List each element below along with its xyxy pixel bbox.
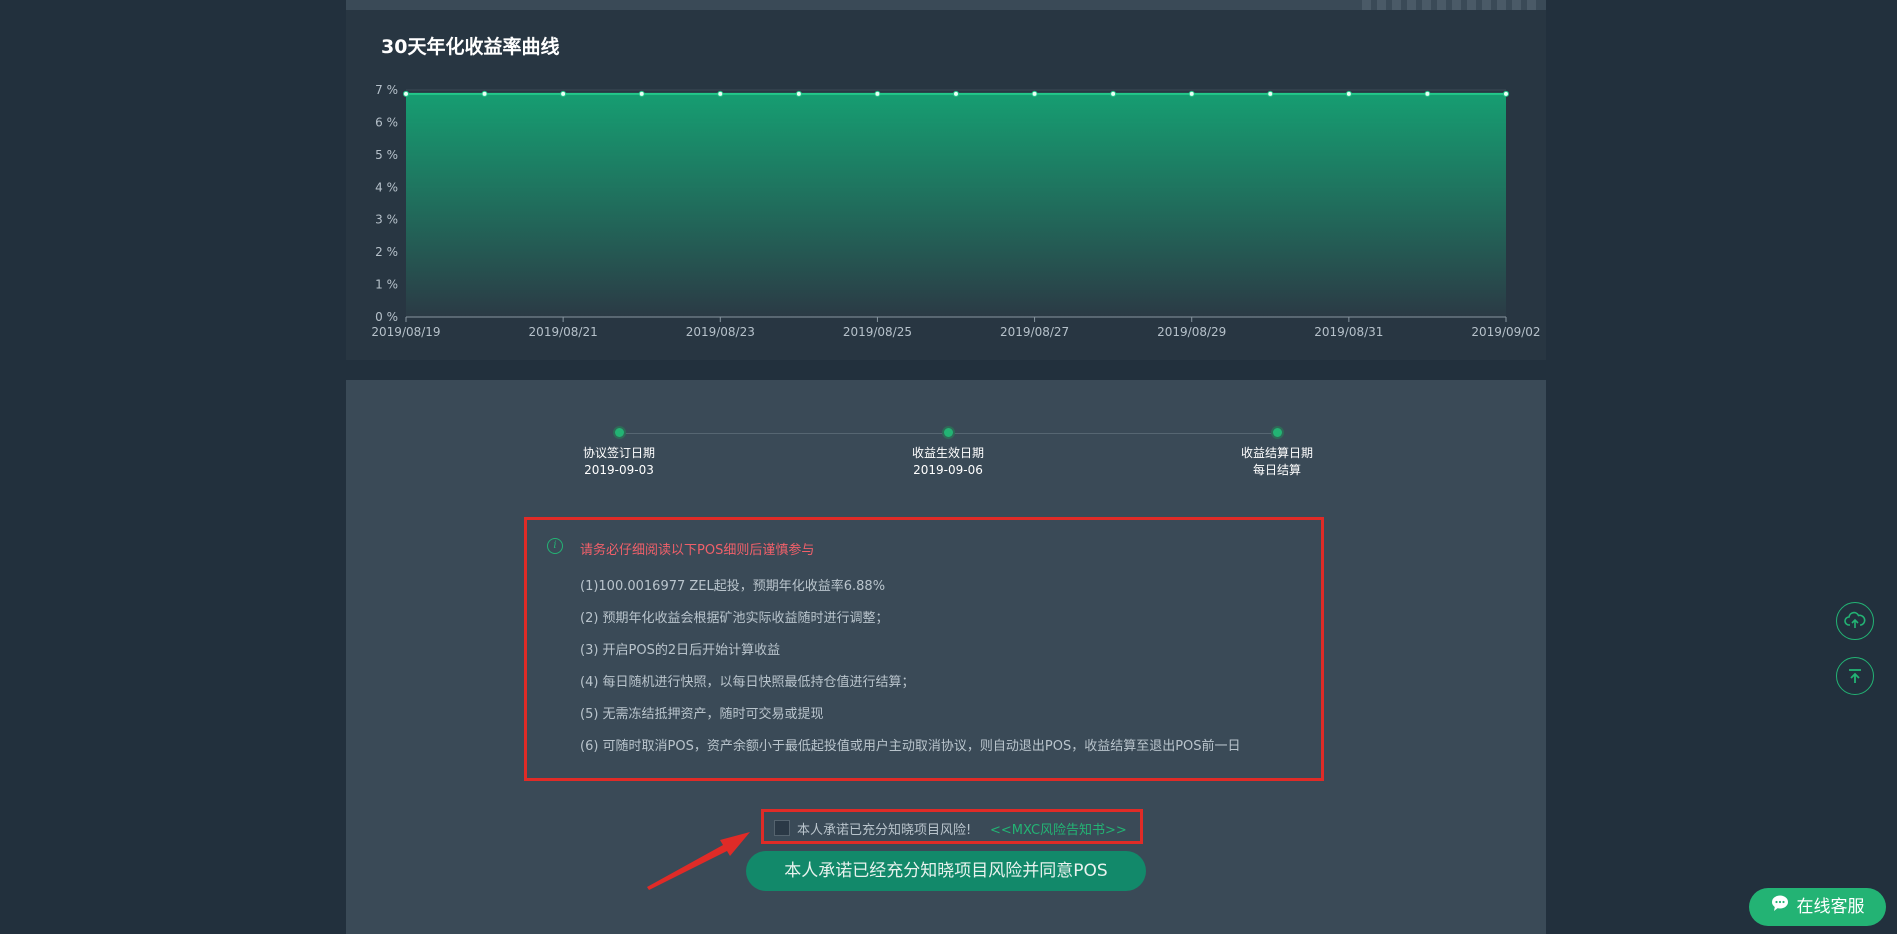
step-value: 2019-09-06 [913,463,983,477]
agree-pos-button[interactable]: 本人承诺已经充分知晓项目风险并同意POS [746,851,1146,891]
chart-title: 30天年化收益率曲线 [381,36,560,58]
risk-agreement-checkbox[interactable] [774,820,790,836]
data-point [1267,90,1274,97]
red-annotation-arrow [647,832,750,890]
rule-item: (4) 每日随机进行快照，以每日快照最低持仓值进行结算； [580,675,915,690]
rule-item: (2) 预期年化收益会根据矿池实际收益随时进行调整； [580,611,889,626]
data-point [638,90,645,97]
yield-area-chart: 0 % 1 % 2 % 3 % 4 % 5 % 6 % 7 % 2019/08/19 2019/… [371,83,1540,339]
data-point [1503,90,1509,97]
online-service-label: 在线客服 [1796,897,1865,917]
y-tick-label: 0 % [375,310,398,324]
y-tick-label: 7 % [375,83,398,97]
data-point [1188,90,1195,97]
step-label: 收益生效日期 [911,446,984,460]
chat-icon [1771,888,1791,926]
rule-item: (1)100.0016977 ZEL起投，预期年化收益率6.88% [580,579,886,594]
x-tick-label: 2019/08/31 [1314,325,1383,339]
data-point [1424,90,1431,97]
data-point [481,90,488,97]
data-point [1031,90,1038,97]
data-point [953,90,959,97]
x-tick-label: 2019/08/29 [1157,325,1226,339]
x-tick-label: 2019/08/27 [1000,325,1069,339]
top-strip [346,0,1546,10]
online-service-button[interactable]: 在线客服 [1749,888,1886,926]
data-point [795,90,802,97]
data-point [1110,90,1117,97]
data-point [1345,90,1352,97]
data-point [403,90,409,97]
y-tick-label: 4 % [375,180,398,194]
step-sign-date: 协议签订日期 2019-09-03 [539,428,699,479]
x-tick-label: 2019/08/21 [529,325,598,339]
info-icon: i [547,538,563,554]
cloud-upload-button[interactable] [1836,602,1874,640]
data-point [874,90,881,97]
back-to-top-icon [1849,669,1861,683]
y-tick-label: 5 % [375,148,398,162]
risk-agreement-label[interactable]: 本人承诺已充分知晓项目风险! [797,819,971,838]
cloud-upload-icon [1844,611,1866,628]
y-tick-label: 2 % [375,245,398,259]
rule-item: (5) 无需冻结抵押资产，随时可交易或提现 [580,707,824,722]
pos-info-card: 协议签订日期 2019-09-03 收益生效日期 2019-09-06 收益结算… [346,380,1546,934]
step-effective-date: 收益生效日期 2019-09-06 [868,428,1028,479]
back-to-top-button[interactable] [1836,657,1874,695]
step-dot [943,428,953,437]
step-value: 2019-09-03 [584,463,654,477]
risk-agreement-row: 本人承诺已充分知晓项目风险! <<MXC风险告知书>> [761,809,1143,844]
y-tick-label: 1 % [375,278,398,292]
decorative-dots [1362,0,1536,10]
x-tick-label: 2019/08/23 [686,325,755,339]
step-dot [614,428,624,437]
y-tick-label: 6 % [375,115,398,129]
x-tick-label: 2019/09/02 [1471,325,1540,339]
data-point [717,90,724,97]
data-point [560,90,567,97]
rule-item: (3) 开启POS的2日后开始计算收益 [580,643,781,658]
risk-disclosure-link[interactable]: <<MXC风险告知书>> [990,819,1127,838]
yield-chart-card: 0 % 1 % 2 % 3 % 4 % 5 % 6 % 7 % 2019/08/19 2019/… [346,10,1546,360]
rules-title: 请务必仔细阅读以下POS细则后谨慎参与 [580,543,815,558]
y-tick-label: 3 % [375,213,398,227]
step-dot [1272,428,1282,437]
rule-item: (6) 可随时取消POS，资产余额小于最低起投值或用户主动取消协议，则自动退出P… [580,739,1241,754]
step-value: 每日结算 [1252,463,1301,477]
step-settlement-date: 收益结算日期 每日结算 [1197,428,1357,479]
step-label: 收益结算日期 [1240,446,1313,460]
pos-rules-box: i 请务必仔细阅读以下POS细则后谨慎参与 (1)100.0016977 ZEL… [524,517,1324,781]
x-tick-label: 2019/08/19 [371,325,440,339]
series-area [406,93,1506,318]
step-label: 协议签订日期 [582,446,655,460]
x-tick-label: 2019/08/25 [843,325,912,339]
